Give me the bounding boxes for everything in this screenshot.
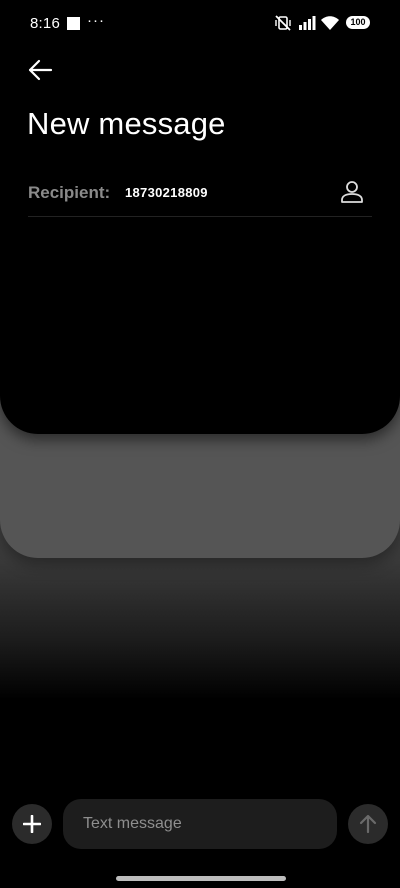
mute-vibrate-icon: [275, 15, 291, 31]
home-indicator[interactable]: [116, 876, 286, 881]
back-button[interactable]: [22, 52, 58, 88]
recipient-field[interactable]: Recipient: 18730218809: [28, 170, 372, 217]
battery-icon: 100: [346, 16, 370, 29]
notification-square-icon: [67, 17, 80, 30]
status-time: 8:16: [30, 15, 60, 32]
screen: New message Recipient: 18730218809 8:16 …: [0, 0, 400, 888]
message-input[interactable]: [63, 799, 337, 849]
status-icons: 100: [274, 14, 370, 34]
signal-icon: [299, 16, 316, 30]
more-notifications-indicator: ···: [87, 12, 105, 29]
arrow-up-icon: [359, 814, 377, 834]
wifi-icon: [321, 16, 339, 30]
plus-icon: [23, 815, 41, 833]
add-attachment-button[interactable]: [12, 804, 52, 844]
page-title: New message: [27, 106, 226, 141]
recipient-label: Recipient:: [28, 183, 111, 202]
status-bar: 8:16 ··· 100: [0, 0, 400, 48]
compose-card: New message Recipient: 18730218809: [0, 0, 400, 434]
contact-picker-button[interactable]: [338, 178, 366, 206]
send-button[interactable]: [348, 804, 388, 844]
arrow-left-icon: [28, 59, 53, 81]
person-icon: [341, 181, 363, 203]
recipient-value[interactable]: 18730218809: [125, 185, 208, 200]
